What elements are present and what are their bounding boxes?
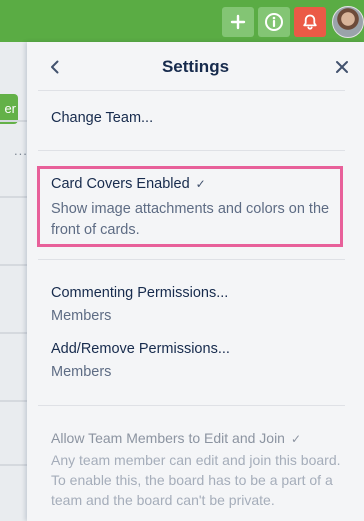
divider (38, 150, 345, 151)
app-root: er ... Settings Change Team... Card Cove… (0, 0, 364, 521)
close-button[interactable] (330, 55, 354, 79)
notifications-button[interactable] (294, 7, 326, 37)
board-divider (0, 464, 27, 466)
card-covers-label: Card Covers Enabled (51, 176, 190, 192)
card-covers-description: Show image attachments and colors on the… (51, 201, 330, 238)
info-icon (265, 13, 283, 31)
allow-team-edit-description: Any team member can edit and join this b… (51, 452, 341, 508)
user-avatar[interactable] (332, 6, 364, 38)
board-divider (0, 196, 27, 198)
board-background: er ... (0, 42, 27, 521)
board-divider (0, 400, 27, 402)
add-remove-permissions-item[interactable]: Add/Remove Permissions... (51, 341, 230, 357)
board-divider (0, 332, 27, 334)
divider (38, 259, 345, 260)
settings-panel: Settings Change Team... Card Covers Enab… (27, 42, 364, 521)
allow-team-edit-label: Allow Team Members to Edit and Join (51, 430, 285, 446)
header-bar (0, 0, 364, 42)
commenting-permissions-item[interactable]: Commenting Permissions... (51, 285, 228, 301)
checkmark-icon: ✓ (195, 177, 206, 191)
card-covers-item[interactable]: Card Covers Enabled ✓ (51, 176, 206, 192)
add-button[interactable] (222, 7, 254, 37)
allow-team-edit-item: Allow Team Members to Edit and Join ✓ (51, 430, 301, 446)
checkmark-icon: ✓ (290, 432, 302, 446)
bell-icon (303, 14, 317, 30)
add-remove-permissions-value: Members (51, 364, 112, 380)
settings-header: Settings (27, 42, 364, 90)
board-divider (0, 120, 27, 122)
board-menu-dots[interactable]: ... (14, 143, 28, 158)
page-title: Settings (161, 57, 230, 76)
change-team-item[interactable]: Change Team... (51, 110, 153, 126)
plus-icon (230, 14, 246, 30)
close-icon (336, 61, 348, 73)
divider (38, 405, 345, 406)
commenting-permissions-value: Members (51, 308, 112, 324)
board-divider (0, 264, 27, 266)
info-button[interactable] (258, 7, 290, 37)
divider (38, 90, 345, 91)
